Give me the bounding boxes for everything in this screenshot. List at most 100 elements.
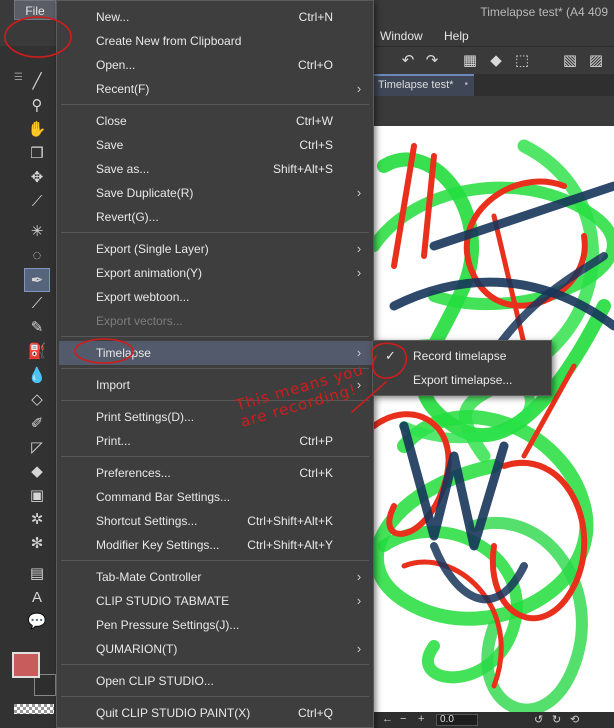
rotate-left-icon[interactable]: ↺ [534, 713, 543, 726]
pencil-icon[interactable]: ✎ [24, 316, 50, 340]
hand-icon[interactable]: ✋ [24, 118, 50, 142]
menu-separator [61, 560, 369, 561]
submenu-arrow-icon: › [356, 641, 362, 656]
rotate-right-icon[interactable]: ↻ [552, 713, 561, 726]
menu-item-open-clip-studio[interactable]: Open CLIP STUDIO... [57, 669, 373, 693]
menu-item-label: Tab-Mate Controller [96, 570, 202, 584]
menu-item-create-from-clipboard[interactable]: Create New from Clipboard [57, 29, 373, 53]
menu-separator [61, 104, 369, 105]
menu-item-save[interactable]: Save Ctrl+S [57, 133, 373, 157]
menu-help[interactable]: Help [438, 28, 475, 46]
menu-item-open[interactable]: Open... Ctrl+O [57, 53, 373, 77]
menu-item-qumarion[interactable]: QUMARION(T) › [57, 637, 373, 661]
menu-item-quit[interactable]: Quit CLIP STUDIO PAINT(X) Ctrl+Q [57, 701, 373, 725]
menu-item-label: Export animation(Y) [96, 266, 203, 280]
submenu-arrow-icon: › [356, 81, 362, 96]
brush-icon[interactable]: ⟋ [24, 292, 50, 316]
scroll-left-icon[interactable]: ← [382, 713, 393, 725]
submenu-arrow-icon: › [356, 569, 362, 584]
document-tab[interactable]: Timelapse test* • [374, 74, 474, 96]
menu-item-clip-studio-tabmate[interactable]: CLIP STUDIO TABMATE › [57, 589, 373, 613]
menu-item-recent[interactable]: Recent(F) › [57, 77, 373, 101]
menu-item-export-webtoon[interactable]: Export webtoon... [57, 285, 373, 309]
menu-item-revert[interactable]: Revert(G)... [57, 205, 373, 229]
clear-icon[interactable]: ▦ [460, 51, 480, 71]
undo-icon[interactable]: ↶ [398, 51, 418, 71]
submenu-arrow-icon: › [356, 593, 362, 608]
settings-icon[interactable]: ✻ [24, 532, 50, 556]
menu-item-new[interactable]: New... Ctrl+N [57, 5, 373, 29]
redo-icon[interactable]: ↷ [422, 51, 442, 71]
menu-item-label: Timelapse [96, 346, 151, 360]
menu-item-export-animation[interactable]: Export animation(Y) › [57, 261, 373, 285]
deselect-icon[interactable]: ▨ [586, 51, 606, 71]
eraser-icon[interactable]: ◇ [24, 388, 50, 412]
menu-item-export-vectors: Export vectors... [57, 309, 373, 333]
zoom-icon[interactable]: ⚲ [24, 94, 50, 118]
menu-item-save-duplicate[interactable]: Save Duplicate(R) › [57, 181, 373, 205]
menu-item-label: Save [96, 138, 124, 152]
zoom-field[interactable]: 0.0 [436, 714, 478, 726]
menu-file[interactable]: File [14, 0, 56, 20]
menu-window[interactable]: Window [374, 28, 429, 46]
fill-icon[interactable]: ◆ [24, 460, 50, 484]
menu-item-shortcut: Ctrl+S [299, 138, 333, 152]
menu-item-shortcut: Ctrl+Q [297, 706, 333, 720]
auto-select-icon[interactable]: ✳ [24, 220, 50, 244]
text-icon[interactable]: A [24, 586, 50, 610]
menu-item-shortcut: Ctrl+Shift+Alt+Y [247, 538, 333, 552]
decoration-icon[interactable]: ✐ [24, 412, 50, 436]
palette-menu-icon[interactable]: ☰ [14, 72, 23, 83]
menu-item-label: Shortcut Settings... [96, 514, 198, 528]
menu-item-label: Print Settings(D)... [96, 410, 195, 424]
tab-close-icon[interactable]: • [464, 76, 468, 94]
menu-separator [61, 232, 369, 233]
menu-item-shortcut-settings[interactable]: Shortcut Settings... Ctrl+Shift+Alt+K [57, 509, 373, 533]
brush-stroke-icon[interactable]: ╱ [24, 70, 50, 94]
checkmark-icon: ✓ [385, 348, 396, 363]
transparent-color-swatch[interactable] [14, 704, 54, 714]
menu-item-shortcut: Ctrl+N [298, 10, 333, 24]
menu-item-save-as[interactable]: Save as... Shift+Alt+S [57, 157, 373, 181]
drawing-canvas[interactable] [374, 126, 614, 712]
file-menu: New... Ctrl+N Create New from Clipboard … [56, 0, 374, 728]
cube-icon[interactable]: ❒ [24, 142, 50, 166]
menu-item-label: Create New from Clipboard [96, 34, 242, 48]
submenu-item-record-timelapse[interactable]: ✓ Record timelapse [373, 344, 551, 368]
menu-item-pen-pressure-settings[interactable]: Pen Pressure Settings(J)... [57, 613, 373, 637]
move-icon[interactable]: ✥ [24, 166, 50, 190]
eyedropper-icon[interactable]: ⟋ [24, 190, 50, 214]
menu-item-label: Quit CLIP STUDIO PAINT(X) [96, 706, 251, 720]
menu-item-label: CLIP STUDIO TABMATE [96, 594, 230, 608]
pen-icon[interactable]: ✒ [24, 268, 50, 292]
frame-icon[interactable]: ▤ [24, 562, 50, 586]
menu-item-label: Open CLIP STUDIO... [96, 674, 214, 688]
submenu-item-export-timelapse[interactable]: Export timelapse... [373, 368, 551, 392]
menu-item-shortcut: Ctrl+Shift+Alt+K [247, 514, 333, 528]
menu-item-export-single-layer[interactable]: Export (Single Layer) › [57, 237, 373, 261]
blend-icon[interactable]: 💧 [24, 364, 50, 388]
reset-rotation-icon[interactable]: ⟲ [570, 713, 579, 726]
menu-item-label: Export (Single Layer) [96, 242, 209, 256]
transform-icon[interactable]: ⬚ [512, 51, 532, 71]
menu-item-modifier-key-settings[interactable]: Modifier Key Settings... Ctrl+Shift+Alt+… [57, 533, 373, 557]
menu-item-command-bar-settings[interactable]: Command Bar Settings... [57, 485, 373, 509]
lasso-icon[interactable]: ◌ [24, 244, 50, 268]
menu-item-label: New... [96, 10, 130, 24]
select-all-icon[interactable]: ▧ [560, 51, 580, 71]
vector-icon[interactable]: ◸ [24, 436, 50, 460]
gradient-icon[interactable]: ▣ [24, 484, 50, 508]
figure-icon[interactable]: ✲ [24, 508, 50, 532]
menu-item-tab-mate-controller[interactable]: Tab-Mate Controller › [57, 565, 373, 589]
submenu-arrow-icon: › [356, 265, 362, 280]
airbrush-icon[interactable]: ⛽ [24, 340, 50, 364]
menu-item-timelapse[interactable]: Timelapse › [59, 341, 373, 365]
zoom-in-icon[interactable]: + [418, 713, 424, 725]
menu-item-label: Pen Pressure Settings(J)... [96, 618, 240, 632]
main-color-swatch[interactable] [12, 652, 40, 678]
submenu-item-label: Record timelapse [413, 349, 507, 363]
zoom-out-icon[interactable]: − [400, 713, 406, 725]
menu-item-close[interactable]: Close Ctrl+W [57, 109, 373, 133]
balloon-icon[interactable]: 💬 [24, 610, 50, 634]
fill-bucket-icon[interactable]: ◆ [486, 51, 506, 71]
